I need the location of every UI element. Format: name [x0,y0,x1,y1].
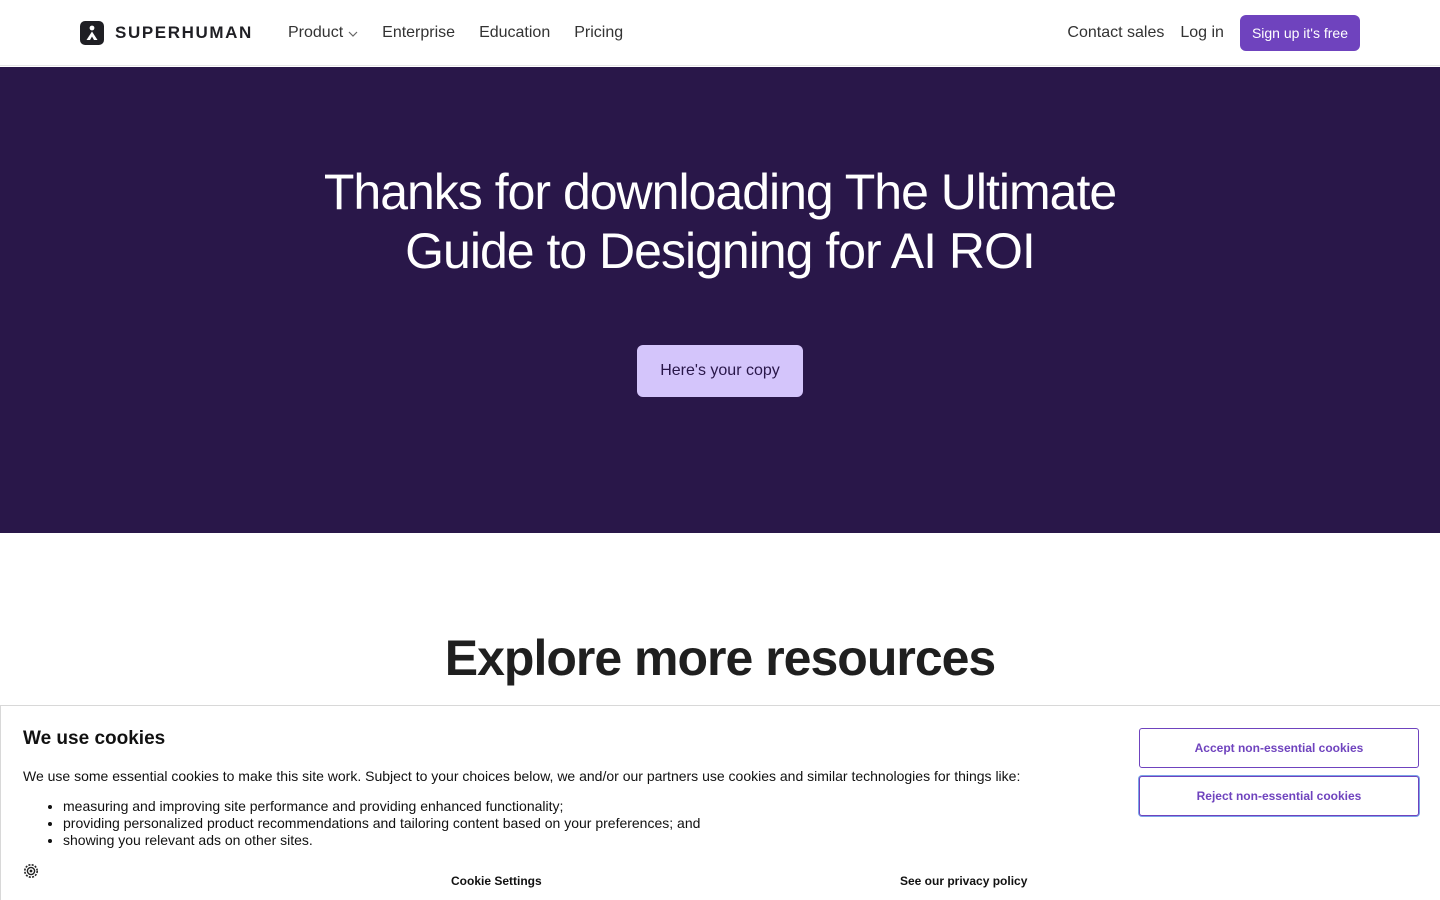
top-nav: SUPERHUMAN Product Enterprise Education … [0,0,1440,66]
chevron-down-icon [348,22,358,44]
nav-pricing[interactable]: Pricing [574,22,623,44]
cookie-title: We use cookies [23,728,166,749]
privacy-policy-link[interactable]: See our privacy policy [900,874,1027,888]
list-item: measuring and improving site performance… [63,798,700,815]
hero-title: Thanks for downloading The Ultimate Guid… [0,163,1440,281]
brand-name: SUPERHUMAN [115,23,253,42]
cookie-banner: We use cookies We use some essential coo… [0,705,1440,900]
contact-sales-link[interactable]: Contact sales [1067,15,1164,51]
login-link[interactable]: Log in [1180,15,1224,51]
cookie-settings-link[interactable]: Cookie Settings [451,874,542,888]
hero-title-line2: Guide to Designing for AI ROI [405,223,1036,279]
nav-actions: Contact sales Log in Sign up it's free [1067,15,1360,51]
cookie-settings-gear-icon[interactable] [22,862,40,880]
resources-title: Explore more resources [444,630,997,686]
cookie-purpose-list: measuring and improving site performance… [63,798,700,849]
list-item: providing personalized product recommend… [63,815,700,832]
nav-education[interactable]: Education [479,22,550,44]
cookie-description: We use some essential cookies to make th… [23,768,1021,784]
nav-product-label: Product [288,24,344,41]
hero-section: Thanks for downloading The Ultimate Guid… [0,67,1440,533]
superhuman-logo-icon [80,21,104,45]
brand-logo[interactable]: SUPERHUMAN [80,21,253,45]
reject-cookies-button[interactable]: Reject non-essential cookies [1139,776,1419,816]
list-item: showing you relevant ads on other sites. [63,832,700,849]
hero-title-line1: Thanks for downloading The Ultimate [323,164,1117,220]
nav-enterprise[interactable]: Enterprise [382,22,455,44]
signup-button[interactable]: Sign up it's free [1239,15,1360,51]
nav-product[interactable]: Product [288,22,358,44]
download-copy-button[interactable]: Here's your copy [637,345,803,397]
accept-cookies-button[interactable]: Accept non-essential cookies [1139,728,1419,768]
primary-nav: Product Enterprise Education Pricing [288,22,623,44]
